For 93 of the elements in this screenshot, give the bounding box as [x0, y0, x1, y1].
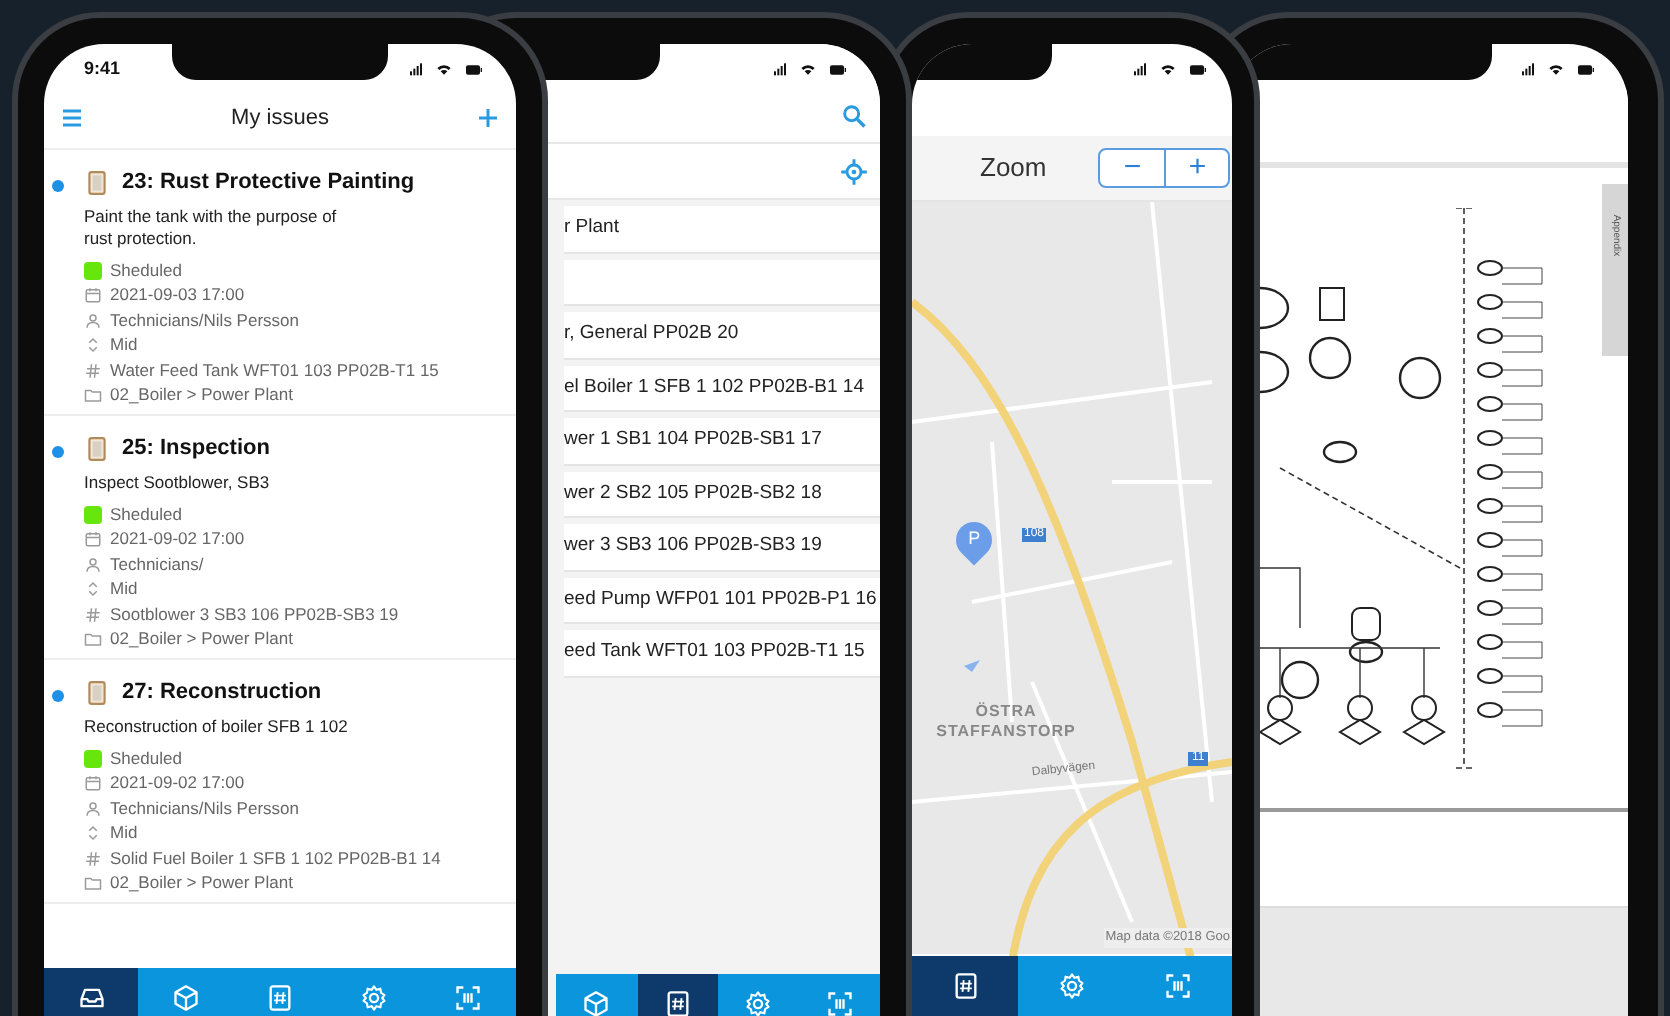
plus-icon	[476, 106, 500, 130]
document-icon	[84, 677, 110, 707]
settings-icon	[360, 984, 389, 1012]
inbox-icon	[77, 984, 106, 1012]
issue-assignee: Technicians/	[110, 551, 204, 578]
signal-icon	[1520, 62, 1540, 78]
issue-asset: Sootblower 3 SB3 106 PP02B-SB3 19	[110, 601, 399, 628]
calendar-icon	[84, 774, 102, 793]
issue-status: Sheduled	[110, 745, 182, 772]
folder-icon	[84, 386, 102, 405]
issue-description: Reconstruction of boiler SFB 1 102	[84, 716, 350, 738]
issue-priority: Mid	[110, 332, 138, 359]
issue-location: 02_Boiler > Power Plant	[110, 626, 293, 653]
issue-status: Sheduled	[110, 501, 182, 528]
issue-assignee: Technicians/Nils Persson	[110, 307, 299, 334]
tab-button[interactable]	[44, 968, 139, 1016]
hash-icon	[84, 605, 102, 624]
issue-asset: Water Feed Tank WFT01 103 PP02B-T1 15	[110, 357, 439, 384]
up-down-icon	[84, 336, 102, 355]
hash-tag-icon	[951, 972, 980, 1000]
cube-icon	[582, 990, 611, 1016]
search-button[interactable]	[840, 101, 868, 129]
battery-icon	[824, 62, 852, 78]
calendar-icon	[84, 286, 102, 305]
asset-row[interactable]: wer 1 SB1 104 PP02B-SB1 17	[564, 418, 880, 465]
asset-row[interactable]: r, General PP02B 20	[564, 312, 880, 359]
map-pin-label: P	[967, 526, 980, 553]
hash-tag-icon	[266, 984, 294, 1012]
issue-title: 27: Reconstruction	[122, 677, 322, 708]
up-down-icon	[84, 824, 102, 843]
person-icon	[84, 311, 102, 330]
battery-icon	[1572, 62, 1600, 78]
hash-icon	[84, 361, 102, 380]
issue-location: 02_Boiler > Power Plant	[110, 382, 293, 409]
status-time: 9:41	[84, 56, 121, 83]
scan-icon	[825, 990, 854, 1016]
scan-icon	[454, 984, 483, 1012]
settings-icon	[744, 990, 773, 1016]
settings-icon	[1057, 972, 1086, 1000]
issue-status: Sheduled	[110, 257, 182, 284]
issue-assignee: Technicians/Nils Persson	[110, 795, 299, 822]
document-icon	[84, 167, 110, 197]
person-icon	[84, 799, 102, 818]
issue-title: 25: Inspection	[122, 433, 270, 464]
issue-date: 2021-09-02 17:00	[110, 770, 245, 797]
cube-icon	[171, 984, 200, 1012]
district-label: ÖSTRA STAFFANSTORP	[934, 702, 1078, 742]
wifi-icon	[434, 62, 454, 78]
asset-row[interactable]: r Plant	[564, 206, 880, 253]
calendar-icon	[84, 530, 102, 549]
document-icon	[84, 433, 110, 463]
screen-title: My issues	[231, 103, 329, 134]
menu-button[interactable]	[60, 106, 84, 130]
zoom-button[interactable]: −	[1100, 150, 1165, 186]
folder-icon	[84, 874, 102, 893]
issue-date: 2021-09-03 17:00	[110, 282, 245, 309]
signal-icon	[1132, 62, 1152, 78]
issue-priority: Mid	[110, 820, 138, 847]
hash-tag-icon	[663, 990, 692, 1016]
crosshair-icon	[840, 157, 868, 185]
zoom-label: Zoom	[980, 150, 1047, 187]
issue-location: 02_Boiler > Power Plant	[110, 870, 293, 897]
pond-shape	[964, 660, 980, 672]
battery-icon	[1184, 62, 1212, 78]
asset-row[interactable]: wer 3 SB3 106 PP02B-SB3 19	[564, 524, 880, 571]
asset-row[interactable]: eed Tank WFT01 103 PP02B-T1 15	[564, 630, 880, 677]
issue-asset: Solid Fuel Boiler 1 SFB 1 102 PP02B-B1 14	[110, 845, 441, 872]
issue-date: 2021-09-02 17:00	[110, 526, 245, 553]
zoom-button[interactable]: +	[1164, 150, 1229, 186]
up-down-icon	[84, 580, 102, 599]
hash-icon	[84, 849, 102, 868]
person-icon	[84, 555, 102, 574]
asset-row[interactable]: el Boiler 1 SFB 1 102 PP02B-B1 14	[564, 365, 880, 412]
folder-icon	[84, 630, 102, 649]
signal-icon	[408, 62, 428, 78]
issue-priority: Mid	[110, 576, 138, 603]
tab-button[interactable]	[637, 974, 718, 1016]
menu-icon	[60, 106, 84, 130]
wifi-icon	[1546, 62, 1566, 78]
locate-button[interactable]	[840, 157, 868, 185]
asset-row[interactable]: wer 2 SB2 105 PP02B-SB2 18	[564, 471, 880, 518]
signal-icon	[772, 62, 792, 78]
wifi-icon	[798, 62, 818, 78]
add-button[interactable]	[476, 106, 500, 130]
issue-description: Inspect Sootblower, SB3	[84, 472, 272, 494]
asset-row[interactable]: eed Pump WFP01 101 PP02B-P1 16	[564, 577, 880, 624]
issue-description: Paint the tank with the purpose of rust protection.	[84, 206, 339, 250]
tab-button[interactable]	[912, 956, 1019, 1016]
scan-icon	[1164, 972, 1193, 1000]
wifi-icon	[1158, 62, 1178, 78]
battery-icon	[460, 62, 488, 78]
issue-title: 23: Rust Protective Painting	[122, 167, 415, 198]
search-icon	[840, 101, 868, 129]
